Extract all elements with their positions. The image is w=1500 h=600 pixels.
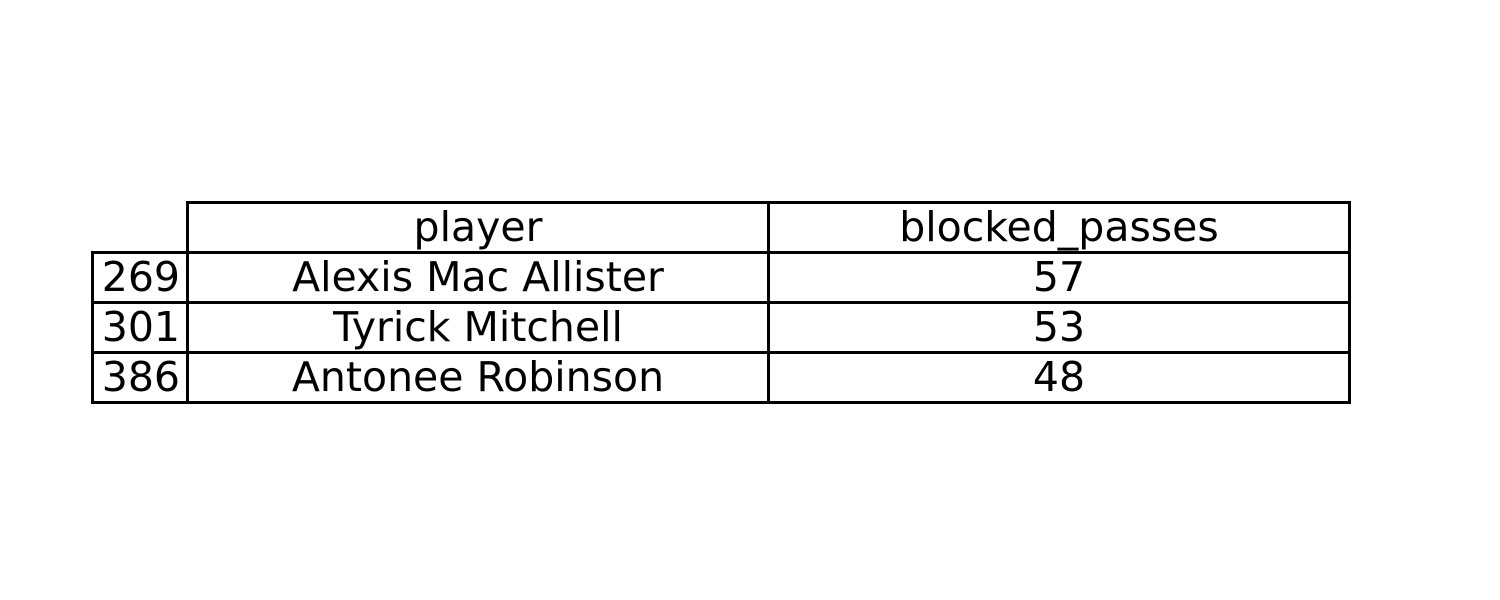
column-header-blocked-passes: blocked_passes bbox=[767, 201, 1351, 254]
row-index: 386 bbox=[91, 351, 189, 404]
blocked-passes-cell: 53 bbox=[767, 301, 1351, 354]
player-cell: Tyrick Mitchell bbox=[186, 301, 770, 354]
row-index: 269 bbox=[91, 251, 189, 304]
row-index: 301 bbox=[91, 301, 189, 354]
player-cell: Alexis Mac Allister bbox=[186, 251, 770, 304]
blocked-passes-cell: 57 bbox=[767, 251, 1351, 304]
blocked-passes-cell: 48 bbox=[767, 351, 1351, 404]
player-cell: Antonee Robinson bbox=[186, 351, 770, 404]
column-header-player: player bbox=[186, 201, 770, 254]
